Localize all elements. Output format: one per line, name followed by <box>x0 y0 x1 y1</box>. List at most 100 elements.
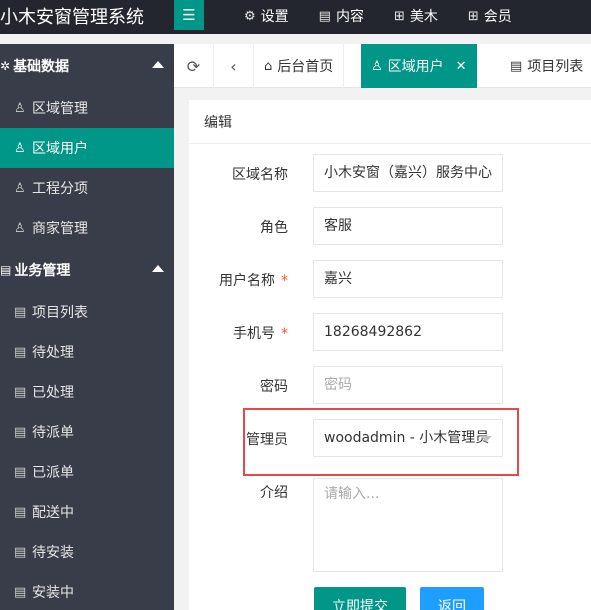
topnav-label: 美木 <box>409 9 438 25</box>
document-icon: ▤ <box>14 344 27 360</box>
field-label: 角色 <box>260 220 288 236</box>
sidebar-item-processed[interactable]: ▤ 已处理 <box>0 372 174 412</box>
user-icon: ♙ <box>14 180 26 196</box>
document-icon: ▤ <box>14 504 27 520</box>
sidebar-item-label: 工程分项 <box>32 181 88 197</box>
sidebar-item-label: 待处理 <box>32 345 74 361</box>
phone-input[interactable]: 18268492862 <box>313 313 503 351</box>
caret-up-icon <box>152 61 164 68</box>
topnav-label: 会员 <box>483 9 512 25</box>
field-label-text: 手机号 <box>233 326 275 342</box>
sidebar-item-engineering[interactable]: ♙ 工程分项 <box>0 168 174 208</box>
tab-region-users[interactable]: ♙ 区域用户 ✕ <box>361 44 478 88</box>
sidebar-item-installing[interactable]: ▤ 安装中 <box>0 572 174 610</box>
top-bar: 小木安窗管理系统 ☰ ⚙ 设置 ▤ 内容 ⊞ 美木 ⊞ 会员 <box>0 0 591 34</box>
username-input[interactable]: 嘉兴 <box>313 260 503 298</box>
sidebar-group-business[interactable]: ▤ 业务管理 <box>0 248 174 292</box>
sidebar-item-label: 项目列表 <box>32 305 88 321</box>
back-button[interactable]: 返回 <box>420 587 484 610</box>
sidebar-item-label: 已派单 <box>32 465 74 481</box>
document-icon: ▤ <box>0 263 12 277</box>
caret-down-icon <box>480 436 492 442</box>
document-icon: ▤ <box>510 58 523 74</box>
sidebar-group-label: 业务管理 <box>14 263 71 279</box>
password-input[interactable]: 密码 <box>313 366 503 404</box>
field-label: 密码 <box>260 379 288 395</box>
top-nav: ⚙ 设置 ▤ 内容 ⊞ 美木 ⊞ 会员 <box>244 0 512 34</box>
tab-label: 后台首页 <box>277 59 334 75</box>
sidebar: ✲ 基础数据 ♙ 区域管理 ♙ 区域用户 ♙ 工程分项 ♙ 商家管理 ▤ 业务管… <box>0 44 174 610</box>
field-label: 管理员 <box>246 432 288 448</box>
topnav-meimu[interactable]: ⊞ 美木 <box>394 0 438 32</box>
region-name-input[interactable]: 小木安窗（嘉兴）服务中心 <box>313 154 503 192</box>
tab-prev-button[interactable]: ‹ <box>214 44 254 88</box>
gear-icon: ⚙ <box>244 8 256 24</box>
field-label: 介绍 <box>260 485 288 501</box>
sidebar-item-label: 商家管理 <box>32 221 88 237</box>
refresh-icon: ⟳ <box>186 56 201 76</box>
tab-label: 项目列表 <box>527 59 584 75</box>
intro-textarea[interactable]: 请输入... <box>313 478 503 572</box>
document-icon: ▤ <box>14 584 27 600</box>
tab-home[interactable]: ⌂ 后台首页 <box>254 44 345 88</box>
submit-button[interactable]: 立即提交 <box>314 587 406 610</box>
chevron-left-icon: ‹ <box>230 56 237 76</box>
sidebar-item-projects[interactable]: ▤ 项目列表 <box>0 292 174 332</box>
app-title: 小木安窗管理系统 <box>0 7 144 28</box>
caret-up-icon <box>152 265 164 272</box>
user-icon: ♙ <box>14 100 26 116</box>
user-icon: ♙ <box>14 220 26 236</box>
admin-select-value: woodadmin - 小木管理员 <box>324 430 490 446</box>
sidebar-group-label: 基础数据 <box>13 59 70 75</box>
field-label: 手机号 * <box>189 323 299 343</box>
user-icon: ♙ <box>14 140 26 156</box>
document-icon: ▤ <box>14 464 27 480</box>
panel-title: 编辑 <box>189 100 591 144</box>
document-icon: ▤ <box>14 304 27 320</box>
sidebar-item-dispatched[interactable]: ▤ 已派单 <box>0 452 174 492</box>
sidebar-item-label: 待安装 <box>32 545 74 561</box>
required-mark: * <box>281 273 288 289</box>
refresh-button[interactable]: ⟳ <box>174 44 214 88</box>
document-icon: ▤ <box>14 544 27 560</box>
document-icon: ▤ <box>318 8 331 24</box>
sidebar-item-region-manage[interactable]: ♙ 区域管理 <box>0 88 174 128</box>
sidebar-item-delivering[interactable]: ▤ 配送中 <box>0 492 174 532</box>
grid-icon: ⊞ <box>467 8 479 24</box>
topnav-members[interactable]: ⊞ 会员 <box>468 0 512 32</box>
list-icon: ☰ <box>182 6 196 24</box>
grid-icon: ⊞ <box>393 8 405 24</box>
sidebar-item-label: 区域管理 <box>32 101 88 117</box>
sidebar-item-label: 区域用户 <box>32 141 88 157</box>
field-label: 区域名称 <box>232 167 288 183</box>
topnav-settings[interactable]: ⚙ 设置 <box>244 0 289 32</box>
required-mark: * <box>281 326 288 342</box>
topnav-label: 内容 <box>335 9 364 25</box>
role-input[interactable]: 客服 <box>313 207 503 245</box>
sidebar-item-label: 待派单 <box>32 425 74 441</box>
sidebar-item-pending[interactable]: ▤ 待处理 <box>0 332 174 372</box>
tab-bar: ⟳ ‹ ⌂ 后台首页 ♙ 区域用户 ✕ ▤ 项目列表 <box>174 44 591 88</box>
close-icon[interactable]: ✕ <box>456 59 467 74</box>
topnav-content[interactable]: ▤ 内容 <box>319 0 364 32</box>
document-icon: ▤ <box>14 384 27 400</box>
sidebar-item-to-dispatch[interactable]: ▤ 待派单 <box>0 412 174 452</box>
menu-toggle-button[interactable]: ☰ <box>174 0 204 30</box>
topnav-label: 设置 <box>260 9 289 25</box>
home-icon: ⌂ <box>264 58 273 74</box>
field-label: 用户名称 * <box>189 270 299 290</box>
sidebar-item-merchants[interactable]: ♙ 商家管理 <box>0 208 174 248</box>
sidebar-item-to-install[interactable]: ▤ 待安装 <box>0 532 174 572</box>
document-icon: ▤ <box>14 424 27 440</box>
admin-select[interactable]: woodadmin - 小木管理员 <box>313 419 503 457</box>
wrench-icon: ✲ <box>0 59 11 73</box>
sidebar-item-region-users[interactable]: ♙ 区域用户 <box>0 128 174 168</box>
sidebar-group-base-data[interactable]: ✲ 基础数据 <box>0 44 174 88</box>
tab-label: 区域用户 <box>387 59 444 75</box>
user-icon: ♙ <box>371 58 383 74</box>
sidebar-item-label: 已处理 <box>32 385 74 401</box>
field-label-text: 用户名称 <box>219 273 275 289</box>
sidebar-item-label: 安装中 <box>32 585 74 601</box>
sidebar-item-label: 配送中 <box>32 505 74 521</box>
tab-projects[interactable]: ▤ 项目列表 <box>500 44 591 88</box>
